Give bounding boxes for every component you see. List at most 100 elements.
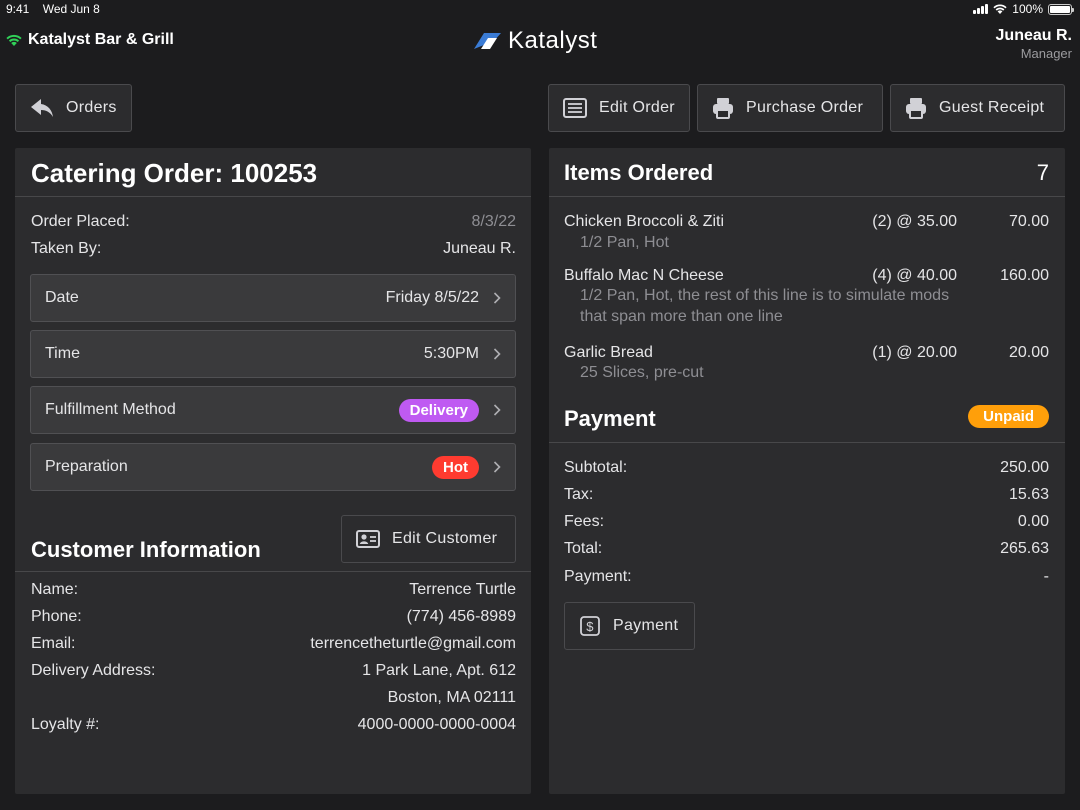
time-field-value: 5:30PM <box>423 345 479 362</box>
item-price: 20.00 <box>1008 344 1049 361</box>
edit-customer-button[interactable]: Edit Customer <box>341 515 516 563</box>
wifi-connected-icon <box>6 34 22 46</box>
preparation-badge: Hot <box>432 455 479 479</box>
svg-text:$: $ <box>586 619 594 634</box>
guest-receipt-button[interactable]: Guest Receipt <box>890 84 1065 132</box>
order-title: Catering Order: 100253 <box>31 158 318 188</box>
chevron-right-icon <box>493 292 501 304</box>
user-info[interactable]: Juneau R. Manager <box>996 27 1072 61</box>
katalyst-logo-icon <box>474 33 501 49</box>
taken-by-value: Juneau R. <box>443 240 516 257</box>
preparation-field[interactable]: Preparation Hot <box>30 443 516 491</box>
item-modifiers: 25 Slices, pre-cut <box>580 364 704 381</box>
edit-customer-label: Edit Customer <box>392 530 498 547</box>
loyalty-value: 4000-0000-0000-0004 <box>357 716 516 733</box>
customer-phone-value: (774) 456-8989 <box>406 608 516 625</box>
tax-label: Tax: <box>564 486 594 503</box>
divider <box>15 196 531 197</box>
loyalty-label: Loyalty #: <box>31 716 100 733</box>
date-field-value: Friday 8/5/22 <box>385 289 479 306</box>
orders-back-button[interactable]: Orders <box>15 84 132 132</box>
app-logo: Katalyst <box>472 27 597 55</box>
item-name: Chicken Broccoli & Ziti <box>564 213 725 230</box>
item-price: 70.00 <box>1008 213 1049 230</box>
purchase-order-label: Purchase Order <box>746 99 864 116</box>
time-field[interactable]: Time 5:30PM <box>30 330 516 378</box>
status-bar-right: 100% <box>973 2 1074 16</box>
cellular-signal-icon <box>973 4 989 14</box>
item-name: Buffalo Mac N Cheese <box>564 267 724 284</box>
purchase-order-button[interactable]: Purchase Order <box>697 84 883 132</box>
customer-email-label: Email: <box>31 635 76 652</box>
customer-name-value: Terrence Turtle <box>409 581 516 598</box>
item-quantity: (2) @ 35.00 <box>872 213 957 230</box>
taken-by-label: Taken By: <box>31 240 102 257</box>
subtotal-value: 250.00 <box>1000 459 1049 476</box>
customer-email-value: terrencetheturtle@gmail.com <box>310 635 516 652</box>
divider <box>549 442 1065 443</box>
fulfillment-method-label: Fulfillment Method <box>45 401 176 418</box>
user-name: Juneau R. <box>995 27 1072 44</box>
back-arrow-icon <box>31 99 53 117</box>
user-role: Manager <box>1020 46 1072 61</box>
divider <box>549 196 1065 197</box>
date-field-label: Date <box>45 289 79 306</box>
chevron-right-icon <box>493 461 501 473</box>
guest-receipt-label: Guest Receipt <box>939 99 1045 116</box>
item-quantity: (4) @ 40.00 <box>872 267 957 284</box>
status-time: 9:41 <box>6 2 30 16</box>
printer-icon <box>713 98 733 119</box>
delivery-address-line1: 1 Park Lane, Apt. 612 <box>362 662 516 679</box>
status-date: Wed Jun 8 <box>42 2 100 16</box>
items-ordered-title: Items Ordered <box>564 160 714 185</box>
orders-button-label: Orders <box>66 99 117 116</box>
customer-name-label: Name: <box>31 581 79 598</box>
total-value: 265.63 <box>1000 540 1049 557</box>
delivery-address-line2: Boston, MA 02111 <box>387 689 516 706</box>
payment-button-label: Payment <box>613 617 679 634</box>
dollar-sign-icon: $ <box>580 616 600 636</box>
items-count: 7 <box>1036 160 1049 185</box>
time-field-label: Time <box>45 345 80 362</box>
fees-value: 0.00 <box>1017 513 1049 530</box>
order-placed-value: 8/3/22 <box>471 213 516 230</box>
battery-icon <box>1048 3 1074 15</box>
tax-value: 15.63 <box>1008 486 1049 503</box>
chevron-right-icon <box>493 348 501 360</box>
order-placed-label: Order Placed: <box>31 213 130 230</box>
items-payment-panel: Items Ordered 7 Chicken Broccoli & Ziti … <box>549 148 1065 794</box>
venue-header: Katalyst Bar & Grill <box>6 31 174 49</box>
payment-received-value: - <box>1043 568 1049 585</box>
payment-button[interactable]: $ Payment <box>564 602 695 650</box>
item-modifiers: 1/2 Pan, Hot, the rest of this line is t… <box>580 287 950 325</box>
preparation-label: Preparation <box>45 458 128 475</box>
edit-order-label: Edit Order <box>599 99 675 116</box>
venue-name: Katalyst Bar & Grill <box>28 31 174 48</box>
item-name: Garlic Bread <box>564 344 653 361</box>
payment-received-label: Payment: <box>564 568 632 585</box>
total-label: Total: <box>564 540 603 557</box>
printer-icon <box>906 98 926 119</box>
delivery-address-label: Delivery Address: <box>31 662 156 679</box>
battery-percentage: 100% <box>1012 2 1043 16</box>
subtotal-label: Subtotal: <box>564 459 628 476</box>
date-field[interactable]: Date Friday 8/5/22 <box>30 274 516 322</box>
payment-title: Payment <box>564 406 656 431</box>
edit-order-icon <box>563 98 587 118</box>
wifi-status-icon <box>993 4 1007 14</box>
status-bar-left: 9:41 Wed Jun 8 <box>6 2 110 16</box>
item-modifiers: 1/2 Pan, Hot <box>580 234 669 251</box>
logo-text: Katalyst <box>508 27 598 54</box>
contact-card-icon <box>356 530 380 548</box>
payment-status-badge: Unpaid <box>968 405 1049 428</box>
fees-label: Fees: <box>564 513 605 530</box>
customer-info-title: Customer Information <box>31 537 261 562</box>
customer-phone-label: Phone: <box>31 608 82 625</box>
chevron-right-icon <box>493 404 501 416</box>
order-details-panel: Catering Order: 100253 Order Placed: 8/3… <box>15 148 531 794</box>
item-quantity: (1) @ 20.00 <box>872 344 957 361</box>
item-price: 160.00 <box>1000 267 1049 284</box>
edit-order-button[interactable]: Edit Order <box>548 84 690 132</box>
fulfillment-method-badge: Delivery <box>398 398 479 422</box>
fulfillment-method-field[interactable]: Fulfillment Method Delivery <box>30 386 516 434</box>
